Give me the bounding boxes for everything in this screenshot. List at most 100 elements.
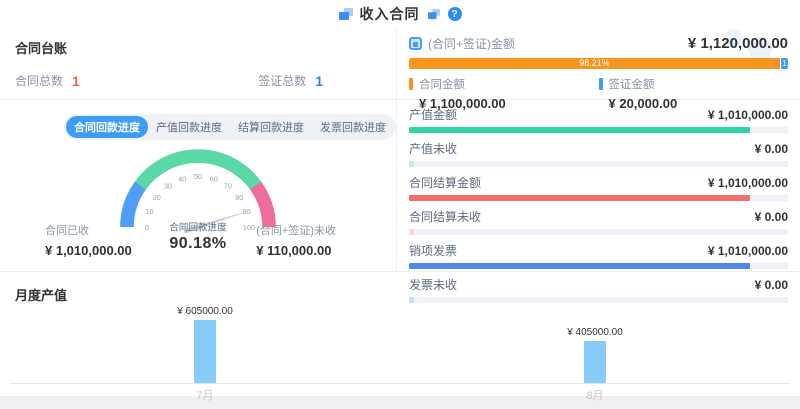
metric-label: 产值未收 <box>409 140 457 157</box>
metric-label: 合同结算金额 <box>409 174 481 191</box>
tab-发票回款进度[interactable]: 发票回款进度 <box>312 116 394 138</box>
monthly-title: 月度产值 <box>15 285 67 304</box>
gauge-tick-label: 40 <box>178 174 186 183</box>
metric-fill <box>409 127 750 133</box>
stat-value: 1 <box>315 73 323 89</box>
contract-files-icon <box>428 9 440 19</box>
stat-item: 合同总数 1 <box>15 72 80 89</box>
metric-track <box>409 229 788 235</box>
metric-line: 产值未收 ¥ 0.00 <box>409 140 788 157</box>
gauge-segment <box>255 185 269 227</box>
metric-track <box>409 195 788 201</box>
x-axis-label: 8月 <box>400 387 790 403</box>
metric-value: ¥ 0.00 <box>755 210 788 224</box>
metric-value: ¥ 1,010,000.00 <box>708 244 788 258</box>
metric-label: 合同结算未收 <box>409 208 481 225</box>
stat-value: 1 <box>72 73 80 89</box>
unreceived-block: (合同+签证)未收 ¥ 110,000.00 <box>256 222 336 258</box>
metric-row: 合同结算未收 ¥ 0.00 <box>409 208 788 235</box>
gauge-tick-label: 70 <box>224 182 232 191</box>
right-panel: (合同+签证)金额 ¥ 1,120,000.00 98.21% 1. 合同金额 ¥… <box>397 28 800 271</box>
left-panel: 合同台账 合同总数1签证总数1 合同回款进度产值回款进度结算回款进度发票回款进度… <box>0 28 397 271</box>
top-section: 合同台账 合同总数1签证总数1 合同回款进度产值回款进度结算回款进度发票回款进度… <box>0 28 800 272</box>
gauge-tick-label: 30 <box>164 182 172 191</box>
gauge-title: 合同回款进度 <box>169 222 227 234</box>
amount-total: ¥ 1,120,000.00 <box>688 35 788 52</box>
legend-value: ¥ 1,100,000.00 <box>419 96 599 111</box>
contract-folder-icon <box>339 8 353 20</box>
tab-产值回款进度[interactable]: 产值回款进度 <box>148 116 230 138</box>
legend-label: 合同金额 <box>419 76 465 92</box>
amount-title: (合同+签证)金额 <box>428 35 515 52</box>
metric-fill <box>409 195 750 201</box>
metric-row: 产值未收 ¥ 0.00 <box>409 140 788 167</box>
bar <box>194 320 216 383</box>
metric-fill <box>409 229 414 235</box>
monthly-bar-chart: ¥ 605000.00 ¥ 405000.00 <box>10 306 790 384</box>
x-axis-label: 7月 <box>10 387 400 403</box>
page-header: 收入合同 ? <box>0 0 800 28</box>
bar-value-label: ¥ 405000.00 <box>567 327 623 338</box>
metric-value: ¥ 0.00 <box>755 142 788 156</box>
tab-结算回款进度[interactable]: 结算回款进度 <box>230 116 312 138</box>
metric-track <box>409 161 788 167</box>
gauge-tick-label: 50 <box>194 172 202 181</box>
legend-label: 签证金额 <box>609 76 655 92</box>
legend-top: 合同金额 <box>409 76 599 92</box>
metric-track <box>409 263 788 269</box>
gauge-tick-label: 60 <box>210 174 218 183</box>
ledger-panel: 合同台账 合同总数 1 签证总数 1 <box>0 28 396 100</box>
legend-item: 合同金额 ¥ 1,100,000.00 <box>409 76 599 111</box>
stat-label: 签证总数 <box>258 72 306 89</box>
stat-label: 合同总数 <box>15 72 63 89</box>
monthly-x-axis: 7月8月 <box>10 387 790 403</box>
gauge-tick-label: 20 <box>153 193 161 202</box>
amount-legend: 合同金额 ¥ 1,100,000.00 签证金额 ¥ 20,000.00 <box>409 76 788 111</box>
unreceived-label: (合同+签证)未收 <box>256 222 336 238</box>
monthly-output-panel: 月度产值 ¥ 605000.00¥ 405000.00 7月8月 <box>0 272 800 396</box>
metric-row: 合同结算金额 ¥ 1,010,000.00 <box>409 174 788 201</box>
metric-line: 合同结算金额 ¥ 1,010,000.00 <box>409 174 788 191</box>
gauge-segment <box>141 156 256 185</box>
metric-value: ¥ 1,010,000.00 <box>708 176 788 190</box>
legend-marker <box>409 78 413 90</box>
legend-value: ¥ 20,000.00 <box>609 96 789 111</box>
visa-amount-segment: 1. <box>781 58 788 69</box>
amount-summary-panel: (合同+签证)金额 ¥ 1,120,000.00 98.21% 1. 合同金额 ¥… <box>397 28 800 100</box>
ledger-stats: 合同总数 1 签证总数 1 <box>15 72 381 89</box>
metric-fill <box>409 161 414 167</box>
tab-合同回款进度[interactable]: 合同回款进度 <box>66 116 148 138</box>
legend-top: 签证金额 <box>599 76 789 92</box>
amount-stacked-bar: 98.21% 1. <box>409 58 788 69</box>
received-label: 合同已收 <box>45 222 132 238</box>
metric-track <box>409 127 788 133</box>
gauge-tick-label: 0 <box>145 223 149 232</box>
metric-line: 销项发票 ¥ 1,010,000.00 <box>409 242 788 259</box>
bar <box>584 341 606 383</box>
amount-badge-icon <box>409 37 422 50</box>
metric-fill <box>409 263 750 269</box>
unreceived-value: ¥ 110,000.00 <box>256 243 336 258</box>
gauge-tick-label: 10 <box>145 207 153 216</box>
bar-slot: ¥ 405000.00 <box>400 306 790 383</box>
income-contract-dashboard: 收入合同 ? 合同台账 合同总数1签证总数1 合同回款进度产值回款进度结算回款进… <box>0 0 800 409</box>
help-icon[interactable]: ? <box>448 7 462 21</box>
metric-line: 合同结算未收 ¥ 0.00 <box>409 208 788 225</box>
gauge-tick-label: 80 <box>235 193 243 202</box>
ledger-title: 合同台账 <box>15 38 381 57</box>
stat-item: 签证总数 1 <box>258 72 323 89</box>
bar-slot: ¥ 605000.00 <box>10 306 400 383</box>
page-title: 收入合同 <box>360 4 420 24</box>
gauge-tick-label: 100 <box>243 223 255 232</box>
amount-head: (合同+签证)金额 ¥ 1,120,000.00 <box>409 35 788 52</box>
received-block: 合同已收 ¥ 1,010,000.00 <box>45 222 132 258</box>
gauge-segment <box>127 185 141 227</box>
legend-marker <box>599 78 603 90</box>
bar-value-label: ¥ 605000.00 <box>177 306 233 317</box>
legend-item: 签证金额 ¥ 20,000.00 <box>599 76 789 111</box>
received-value: ¥ 1,010,000.00 <box>45 243 132 258</box>
metric-row: 销项发票 ¥ 1,010,000.00 <box>409 242 788 269</box>
metric-label: 销项发票 <box>409 242 457 259</box>
recovery-progress-panel: 合同回款进度产值回款进度结算回款进度发票回款进度 010203040506070… <box>0 100 396 271</box>
contract-amount-segment: 98.21% <box>409 58 780 69</box>
